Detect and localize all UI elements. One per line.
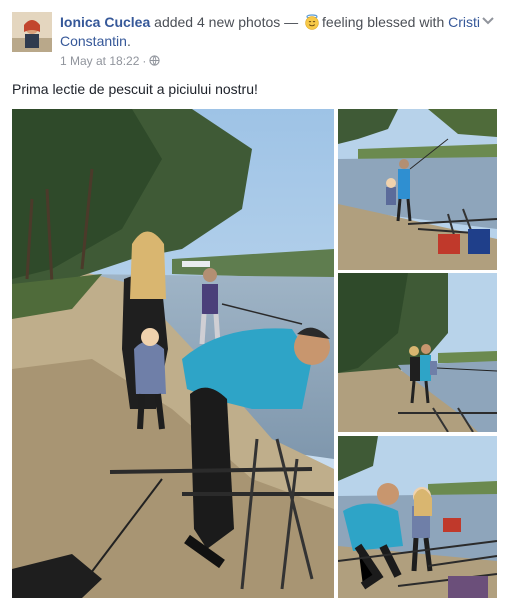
post-header-line: Ionica Cuclea added 4 new photos — feeli… (60, 13, 480, 51)
post-header: Ionica Cuclea added 4 new photos — feeli… (12, 12, 502, 68)
post-timestamp[interactable]: 1 May at 18:22 (60, 54, 139, 68)
photo-3[interactable] (338, 273, 497, 432)
meta-separator: · (142, 54, 147, 68)
post-options-chevron-down-icon[interactable] (480, 12, 496, 28)
photo-2[interactable] (338, 109, 497, 270)
author-avatar[interactable] (12, 12, 52, 52)
smiling-face-with-halo-icon (304, 14, 320, 30)
post-text: Prima lectie de pescuit a piciului nostr… (12, 81, 258, 97)
photo-4[interactable] (338, 436, 497, 598)
post-action: added 4 new photos — (150, 14, 303, 30)
tagged-suffix: . (126, 33, 131, 49)
globe-icon[interactable] (149, 54, 161, 66)
post-meta: 1 May at 18:22 · (60, 53, 161, 69)
author-name[interactable]: Ionica Cuclea (60, 14, 150, 30)
feeling-text: feeling blessed with (322, 14, 445, 30)
photo-1[interactable] (12, 109, 334, 598)
